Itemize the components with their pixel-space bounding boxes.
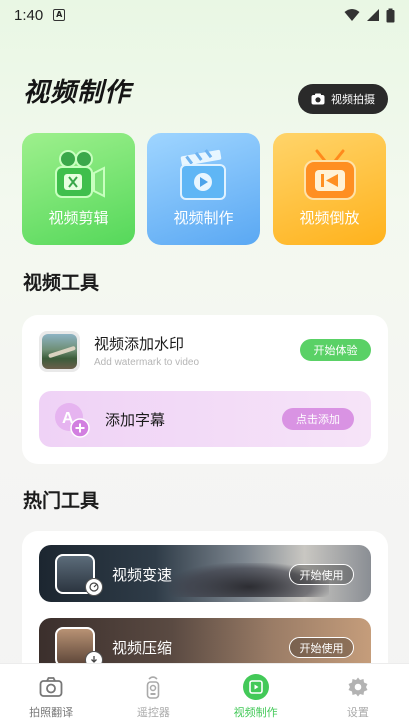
watermark-thumbnail (39, 331, 80, 372)
card-video-make[interactable]: 视频制作 (147, 133, 260, 245)
add-subtitle-tool[interactable]: A 添加字幕 点击添加 (39, 391, 371, 447)
compress-title: 视频压缩 (112, 639, 173, 657)
camcorder-icon (54, 150, 105, 198)
watermark-tool[interactable]: 视频添加水印 Add watermark to video 开始体验 (39, 331, 371, 373)
watermark-start-button[interactable]: 开始体验 (300, 339, 371, 361)
tab-label: 拍照翻译 (29, 706, 74, 719)
video-tools-panel: 视频添加水印 Add watermark to video 开始体验 A 添加字… (22, 315, 388, 464)
remote-icon (147, 676, 160, 699)
card-video-reverse[interactable]: 视频倒放 (273, 133, 386, 245)
tab-label: 遥控器 (136, 706, 170, 719)
tab-label: 视频制作 (233, 706, 278, 719)
speed-start-button[interactable]: 开始使用 (289, 564, 354, 585)
clapperboard-icon (179, 149, 226, 200)
tab-remote[interactable]: 遥控器 (102, 664, 204, 727)
speed-title: 视频变速 (112, 566, 173, 584)
wifi-icon (344, 9, 360, 21)
hot-tool-speed[interactable]: 视频变速 开始使用 (39, 545, 371, 602)
card-label: 视频倒放 (299, 209, 360, 227)
card-label: 视频制作 (173, 209, 234, 227)
signal-icon (367, 9, 379, 21)
card-label: 视频剪辑 (48, 209, 109, 227)
feature-cards: 视频剪辑 视频制作 视频倒放 (22, 133, 388, 245)
page-title: 视频制作 (23, 78, 132, 108)
video-icon (248, 680, 263, 694)
tv-rewind-icon (303, 149, 356, 200)
card-video-edit[interactable]: 视频剪辑 (22, 133, 135, 245)
tab-label: 设置 (346, 706, 369, 719)
status-time: 1:40 (14, 6, 44, 24)
add-subtitle-button[interactable]: 点击添加 (282, 408, 354, 430)
status-bar: 1:40 A (0, 0, 409, 30)
video-shoot-label: 视频拍摄 (331, 93, 375, 106)
compress-start-button[interactable]: 开始使用 (289, 637, 354, 658)
notification-badge: A (53, 9, 66, 21)
battery-icon (386, 8, 395, 22)
section-title-hot-tools: 热门工具 (23, 490, 100, 512)
add-subtitle-title: 添加字幕 (105, 411, 166, 429)
watermark-subtitle: Add watermark to video (94, 357, 200, 368)
status-icons (344, 8, 395, 23)
section-title-video-tools: 视频工具 (23, 272, 100, 294)
tab-photo-translate[interactable]: 拍照翻译 (0, 664, 102, 727)
video-shoot-button[interactable]: 视频拍摄 (298, 84, 388, 114)
camera-icon (39, 677, 63, 697)
bottom-tab-bar: 拍照翻译 遥控器 视频制作 设置 (0, 663, 409, 727)
tab-video-make[interactable]: 视频制作 (205, 664, 307, 727)
speed-icon (85, 578, 103, 596)
tab-settings[interactable]: 设置 (307, 664, 409, 727)
gear-icon (348, 677, 368, 697)
add-subtitle-icon: A (55, 403, 90, 438)
watermark-title: 视频添加水印 (94, 335, 185, 353)
camera-icon (311, 93, 325, 105)
